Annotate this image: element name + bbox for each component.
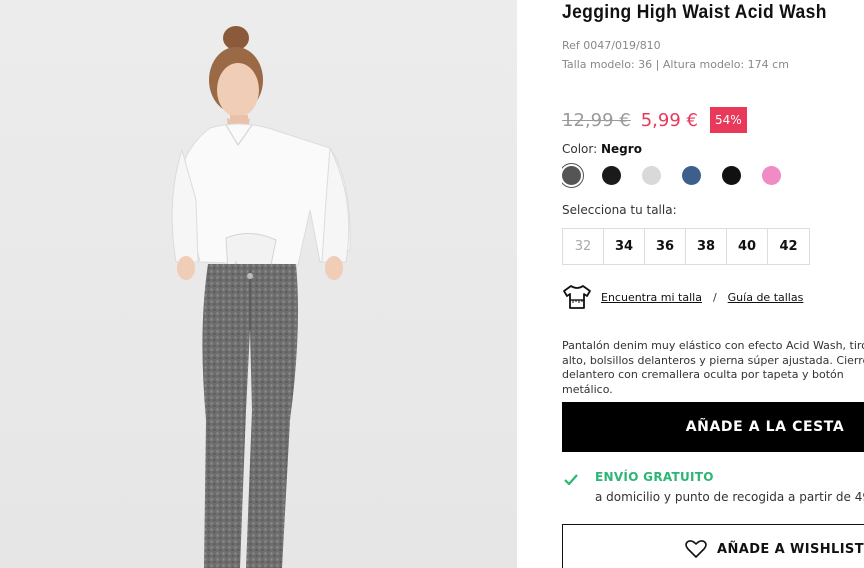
- size-help-row: Encuentra mi talla / Guía de tallas: [562, 284, 803, 310]
- size-label: Selecciona tu talla:: [562, 203, 677, 217]
- add-to-cart-button[interactable]: AÑADE A LA CESTA: [562, 402, 864, 452]
- color-swatch[interactable]: [602, 166, 621, 185]
- tshirt-ruler-icon: [563, 285, 591, 309]
- product-info-panel: Jegging High Waist Acid Wash Ref 0047/01…: [562, 0, 864, 568]
- color-swatch[interactable]: [562, 163, 584, 188]
- sale-price: 5,99 €: [640, 109, 698, 131]
- size-option[interactable]: 38: [686, 229, 727, 264]
- find-my-size-link[interactable]: Encuentra mi talla: [601, 291, 702, 304]
- original-price: 12,99 €: [562, 109, 631, 131]
- free-shipping-title: ENVÍO GRATUITO: [595, 470, 714, 484]
- links-separator: /: [712, 290, 717, 304]
- product-title: Jegging High Waist Acid Wash: [562, 2, 827, 23]
- heart-icon: [685, 540, 707, 558]
- size-guide-link[interactable]: Guía de tallas: [728, 291, 804, 304]
- size-option[interactable]: 32: [563, 229, 604, 264]
- size-option[interactable]: 40: [727, 229, 768, 264]
- free-shipping-detail: a domicilio y punto de recogida a partir…: [595, 490, 864, 504]
- add-to-wishlist-button[interactable]: AÑADE A WISHLIST: [562, 524, 864, 568]
- model-info: Talla modelo: 36 | Altura modelo: 174 cm: [562, 58, 789, 71]
- check-icon: [564, 474, 578, 485]
- add-to-cart-label: AÑADE A LA CESTA: [685, 419, 845, 435]
- size-option[interactable]: 36: [645, 229, 686, 264]
- color-label: Color: Negro: [562, 142, 642, 156]
- size-selector: 32 34 36 38 40 42: [562, 228, 810, 265]
- color-swatch[interactable]: [682, 166, 701, 185]
- product-image[interactable]: [0, 0, 517, 568]
- color-swatches: [562, 163, 802, 188]
- color-swatch[interactable]: [722, 166, 741, 185]
- size-option[interactable]: 34: [604, 229, 645, 264]
- selected-color-name: Negro: [601, 142, 642, 156]
- size-option[interactable]: 42: [768, 229, 809, 264]
- color-swatch[interactable]: [762, 166, 781, 185]
- price-row: 12,99 € 5,99 € 54%: [562, 106, 747, 134]
- product-description: Pantalón denim muy elástico con efecto A…: [562, 339, 864, 396]
- discount-badge: 54%: [709, 107, 747, 133]
- color-label-text: Color:: [562, 142, 598, 156]
- wishlist-label: AÑADE A WISHLIST: [717, 541, 864, 557]
- product-reference: Ref 0047/019/810: [562, 39, 661, 52]
- product-photo-illustration: [0, 0, 517, 568]
- color-swatch[interactable]: [642, 166, 661, 185]
